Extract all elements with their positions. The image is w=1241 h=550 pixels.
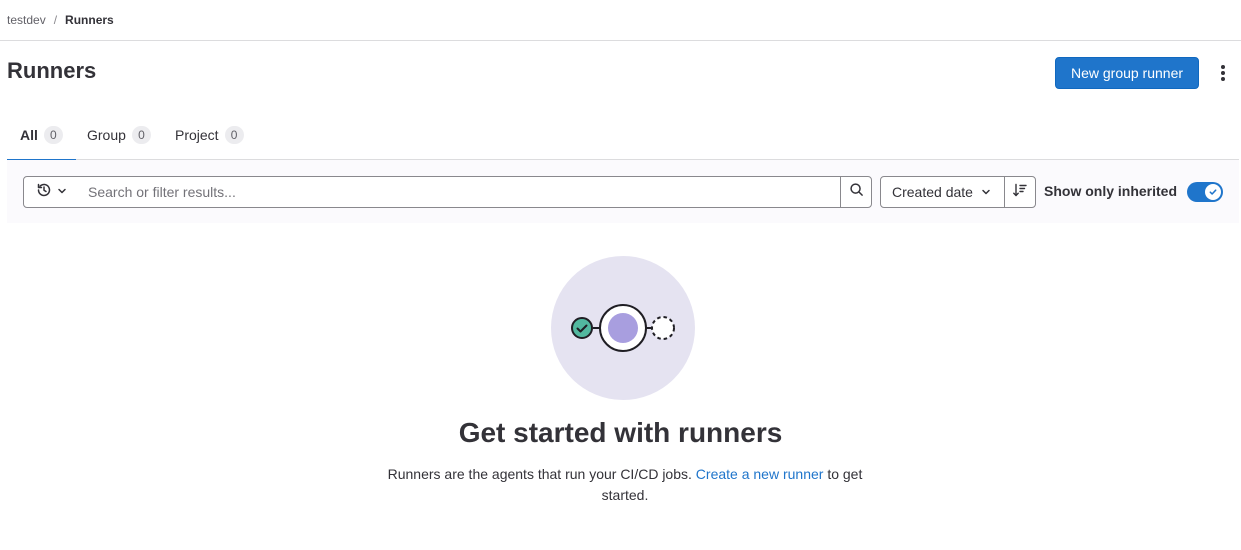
- description-text: Runners are the agents that run your CI/…: [387, 466, 696, 482]
- sort-direction-button[interactable]: [1004, 176, 1036, 208]
- sort-lowest-icon: [1012, 182, 1028, 203]
- create-new-runner-link[interactable]: Create a new runner: [696, 466, 824, 482]
- count-badge: 0: [43, 125, 63, 144]
- kebab-dot: [1221, 65, 1225, 69]
- empty-state-title: Get started with runners: [458, 417, 783, 448]
- tab-label: All: [20, 126, 38, 143]
- show-only-inherited-toggle[interactable]: [1187, 182, 1223, 202]
- breadcrumb-separator: /: [53, 13, 58, 27]
- search-input[interactable]: [78, 176, 841, 208]
- history-icon: [36, 182, 52, 203]
- filter-bar: Created date Show only inherited: [7, 160, 1239, 223]
- count-badge: 0: [131, 125, 151, 144]
- breadcrumb: testdev / Runners: [0, 0, 1241, 41]
- breadcrumb-item-testdev[interactable]: testdev: [7, 13, 46, 27]
- empty-state-description: Runners are the agents that run your CI/…: [370, 464, 880, 506]
- tab-label: Group: [87, 126, 126, 143]
- tab-project[interactable]: Project 0: [175, 110, 244, 159]
- page-title: Runners: [7, 58, 97, 83]
- ellipsis-vertical-icon[interactable]: [1212, 62, 1234, 84]
- runner-type-tabs: All 0 Group 0 Project 0: [7, 110, 1239, 161]
- recent-searches-button[interactable]: [23, 176, 79, 208]
- sort-label: Created date: [892, 184, 973, 200]
- check-icon: [1205, 184, 1221, 200]
- kebab-dot: [1221, 77, 1225, 81]
- tab-label: Project: [175, 126, 219, 143]
- chevron-down-icon: [981, 184, 991, 200]
- search-button[interactable]: [840, 176, 872, 208]
- breadcrumb-item-runners[interactable]: Runners: [65, 13, 114, 27]
- chevron-down-icon: [57, 183, 67, 201]
- new-group-runner-button[interactable]: New group runner: [1055, 57, 1199, 89]
- search-icon: [849, 182, 864, 202]
- count-badge: 0: [224, 125, 244, 144]
- show-only-inherited-label: Show only inherited: [1044, 183, 1178, 199]
- kebab-dot: [1221, 71, 1225, 75]
- tab-all[interactable]: All 0: [7, 110, 76, 161]
- tab-group[interactable]: Group 0: [87, 110, 151, 159]
- runners-empty-illustration: [551, 256, 695, 400]
- sort-dropdown[interactable]: Created date: [880, 176, 1005, 208]
